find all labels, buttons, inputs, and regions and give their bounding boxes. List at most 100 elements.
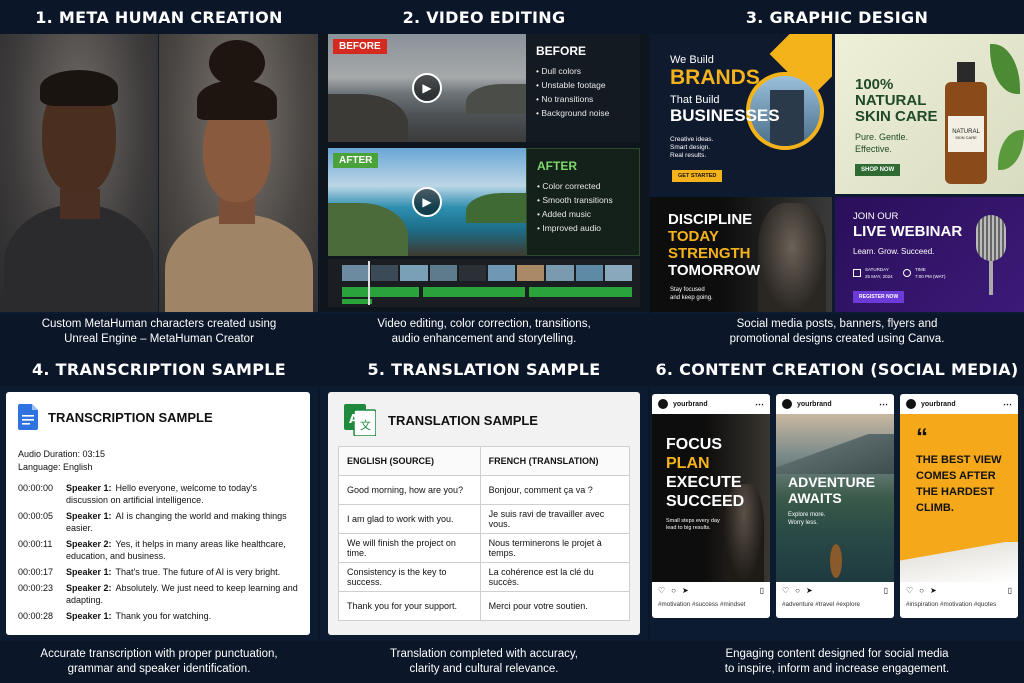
panel-transcription: 4. TRANSCRIPTION SAMPLE TRANSCRIPTION SA…: [0, 352, 318, 683]
translation-cell: Je suis ravi de travailler avec vous.: [479, 504, 631, 534]
play-icon[interactable]: ▶: [412, 187, 442, 217]
calendar-icon: [853, 269, 861, 277]
caption-line: to inspire, inform and increase engageme…: [724, 663, 950, 675]
discipline-sub: Stay focused: [670, 287, 705, 293]
post-hashtags: #motivation #success #mindset: [658, 601, 746, 608]
discipline-design: DISCIPLINE TODAY STRENGTH TOMORROW Stay …: [650, 197, 832, 312]
post-headline: THE HARDEST: [916, 486, 995, 498]
post-sub: Small steps every day: [666, 518, 720, 524]
panel-title: 1. META HUMAN CREATION: [0, 0, 318, 34]
post-sub: Explore more.: [788, 512, 826, 518]
more-options-icon[interactable]: ⋯: [755, 399, 764, 410]
audio-duration: Audio Duration: 03:15: [18, 449, 106, 459]
bookmark-icon[interactable]: ▯: [1008, 586, 1012, 595]
post-handle: yourbrand: [921, 400, 956, 408]
after-tag: AFTER: [333, 153, 379, 168]
list-item: Background noise: [536, 106, 630, 120]
get-started-button[interactable]: GET STARTED: [672, 170, 723, 182]
table-row: We will finish the project on time. Nous …: [338, 533, 631, 563]
brands-sub: Smart design.: [670, 144, 711, 151]
social-post[interactable]: yourbrand ⋯ ADVENTURE AWAITS Explore more…: [776, 394, 894, 618]
panel-title: 6. CONTENT CREATION (SOCIAL MEDIA): [650, 352, 1024, 386]
shop-now-button[interactable]: SHOP NOW: [855, 164, 901, 176]
webinar-sub: Learn. Grow. Succeed.: [853, 247, 935, 256]
panel-title: 5. TRANSLATION SAMPLE: [320, 352, 648, 386]
google-translate-icon: A 文: [344, 404, 376, 436]
caption-line: Video editing, color correction, transit…: [377, 318, 591, 330]
social-post[interactable]: yourbrand ⋯ FOCUS PLAN EXECUTE SUCCEED Sm…: [652, 394, 770, 618]
list-item: No transitions: [536, 92, 630, 106]
play-icon[interactable]: ▶: [412, 73, 442, 103]
skincare-sub: Pure. Gentle.: [855, 132, 909, 142]
share-icon[interactable]: ➤: [682, 586, 689, 595]
comment-icon[interactable]: ○: [795, 586, 800, 595]
speaker-label: Speaker 1:: [66, 567, 112, 577]
share-icon[interactable]: ➤: [806, 586, 813, 595]
avatar: [782, 399, 792, 409]
register-now-button[interactable]: REGISTER NOW: [853, 291, 905, 303]
heart-icon[interactable]: ♡: [906, 586, 913, 595]
meta-human-images: [0, 34, 318, 312]
panel-caption: Social media posts, banners, flyers and …: [650, 314, 1024, 350]
speaker-label: Speaker 2:: [66, 583, 112, 593]
skincare-headline: 100%: [855, 76, 894, 93]
source-cell: We will finish the project on time.: [338, 533, 481, 563]
table-header-row: ENGLISH (SOURCE) FRENCH (TRANSLATION): [338, 446, 631, 476]
translation-cell: Bonjour, comment ça va ?: [479, 475, 631, 505]
list-item: Smooth transitions: [537, 193, 629, 207]
comment-icon[interactable]: ○: [671, 586, 676, 595]
more-options-icon[interactable]: ⋯: [1003, 399, 1012, 410]
editing-timeline[interactable]: [328, 259, 640, 307]
caption-line: Translation completed with accuracy,: [390, 648, 578, 660]
panel-caption: Video editing, color correction, transit…: [320, 314, 648, 350]
timestamp: 00:00:00: [18, 483, 54, 493]
post-headline: COMES AFTER: [916, 470, 996, 482]
timestamp: 00:00:17: [18, 567, 54, 577]
post-hashtags: #adventure #travel #explore: [782, 601, 861, 608]
more-options-icon[interactable]: ⋯: [879, 399, 888, 410]
avatar: [658, 399, 668, 409]
bookmark-icon[interactable]: ▯: [884, 586, 888, 595]
translation-table: ENGLISH (SOURCE) FRENCH (TRANSLATION) Go…: [338, 446, 631, 621]
column-header: ENGLISH (SOURCE): [338, 446, 481, 476]
caption-line: audio enhancement and storytelling.: [391, 333, 577, 345]
post-headline: CLIMB.: [916, 502, 954, 514]
bookmark-icon[interactable]: ▯: [760, 586, 764, 595]
skincare-sub: Effective.: [855, 144, 892, 154]
source-cell: Consistency is the key to success.: [338, 562, 481, 592]
panel-caption: Custom MetaHuman characters created usin…: [0, 314, 318, 350]
post-headline: THE BEST VIEW: [916, 454, 1002, 466]
social-post[interactable]: yourbrand ⋯ “ THE BEST VIEW COMES AFTER T…: [900, 394, 1018, 618]
panel-title: 3. GRAPHIC DESIGN: [650, 0, 1024, 34]
list-item: Color corrected: [537, 179, 629, 193]
list-item: Unstable footage: [536, 78, 630, 92]
transcript-row: 00:00:23 Speaker 2: Absolutely. We just ne…: [18, 582, 298, 606]
panel-translation: 5. TRANSLATION SAMPLE A 文 TRANSLATION SA…: [320, 352, 648, 683]
heart-icon[interactable]: ♡: [658, 586, 665, 595]
before-info: BEFORE Dull colors Unstable footage No t…: [526, 34, 640, 142]
before-row: BEFORE ▶ BEFORE Dull colors Unstable foo…: [328, 34, 640, 142]
caption-line: Custom MetaHuman characters created usin…: [41, 318, 277, 330]
heart-icon[interactable]: ♡: [782, 586, 789, 595]
discipline-headline: TOMORROW: [668, 262, 761, 279]
discipline-headline: STRENGTH: [668, 245, 751, 262]
post-image: FOCUS PLAN EXECUTE SUCCEED Small steps e…: [652, 414, 770, 582]
post-headline: PLAN: [666, 455, 710, 472]
timestamp: 00:00:11: [18, 539, 53, 549]
discipline-headline: DISCIPLINE: [668, 211, 753, 228]
timestamp: 00:00:23: [18, 583, 54, 593]
source-cell: Thank you for your support.: [338, 591, 481, 621]
caption-line: grammar and speaker identification.: [67, 663, 251, 675]
speaker-label: Speaker 1:: [66, 511, 112, 521]
share-icon[interactable]: ➤: [930, 586, 937, 595]
post-hashtags: #inspiration #motivation #quotes: [906, 601, 997, 608]
webinar-headline: LIVE WEBINAR: [853, 223, 963, 240]
card-title: TRANSCRIPTION SAMPLE: [48, 409, 213, 425]
webinar-time: 7:00 PM (WAT): [915, 274, 946, 279]
list-item: Dull colors: [536, 64, 630, 78]
leaf-icon: [998, 130, 1024, 170]
speaker-label: Speaker 1:: [66, 483, 112, 493]
post-image: “ THE BEST VIEW COMES AFTER THE HARDEST …: [900, 414, 1018, 582]
comment-icon[interactable]: ○: [919, 586, 924, 595]
caption-line: promotional designs created using Canva.: [729, 333, 945, 345]
